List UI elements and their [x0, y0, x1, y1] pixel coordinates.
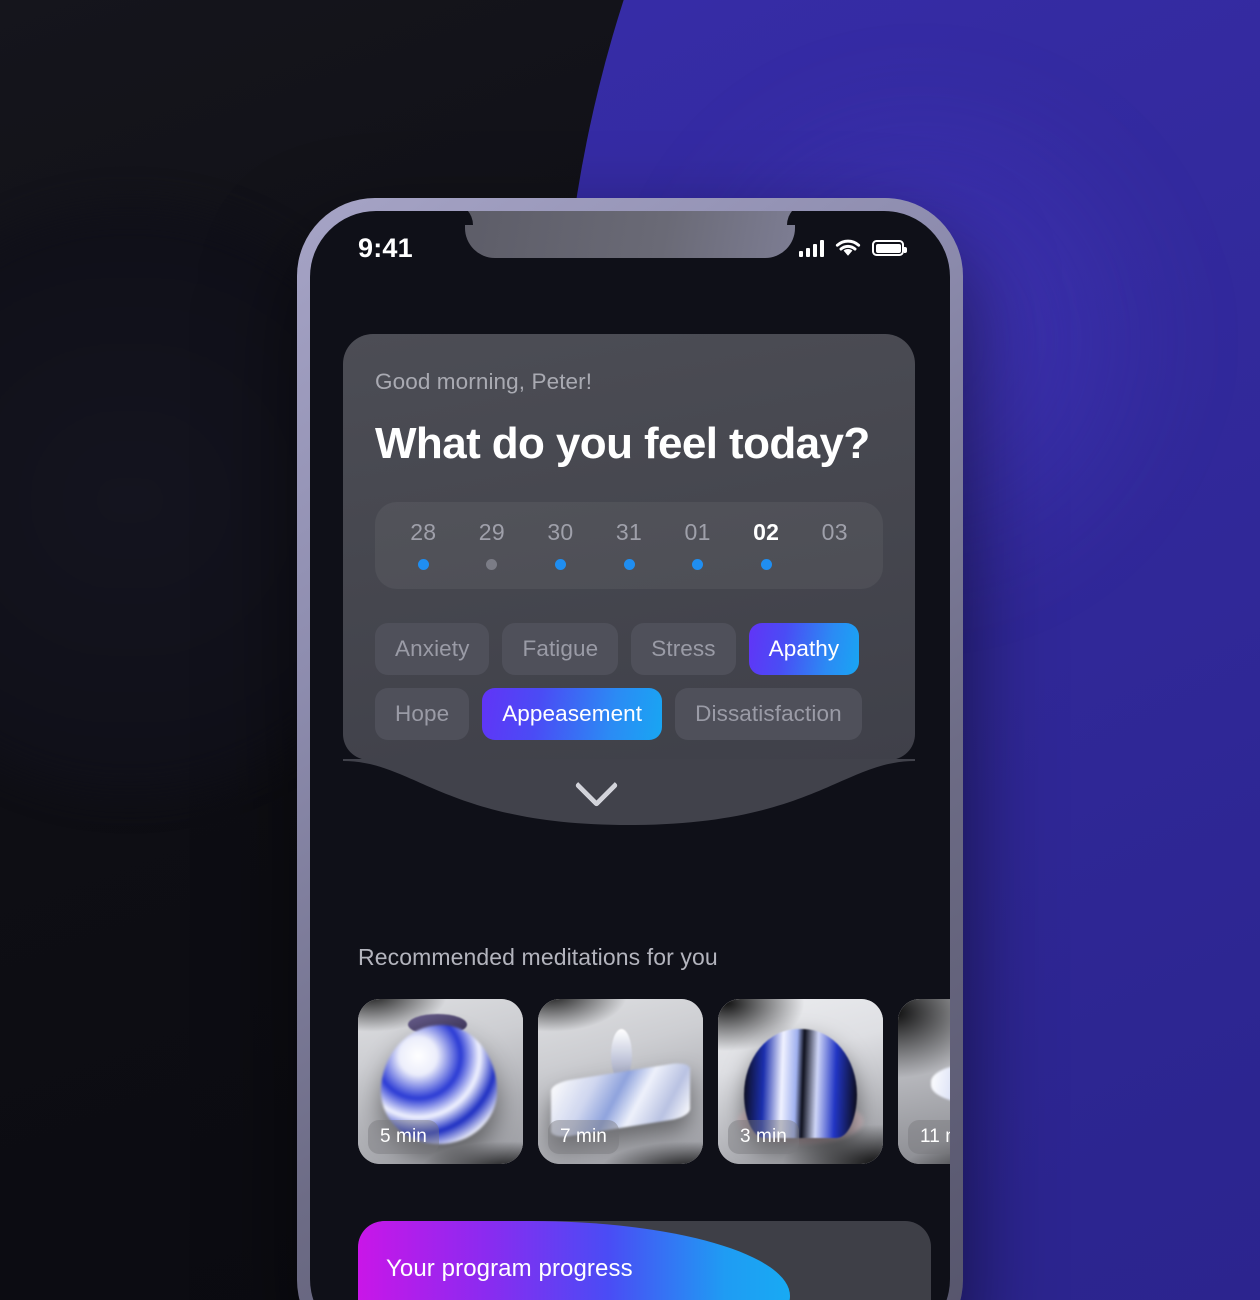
- screenshot-scene: 9:41 Good morning, Peter! What do you fe…: [0, 0, 1260, 1300]
- collapse-card-button[interactable]: [310, 763, 882, 808]
- wifi-icon: [835, 239, 861, 256]
- date-cell[interactable]: 29: [458, 519, 527, 570]
- date-activity-dot: [760, 559, 772, 570]
- phone-screen: 9:41 Good morning, Peter! What do you fe…: [310, 211, 950, 1300]
- mood-chip[interactable]: Hope: [375, 688, 470, 740]
- date-number: 29: [478, 519, 505, 545]
- meditation-duration-badge: 7 min: [548, 1120, 619, 1154]
- date-activity-dot: [692, 559, 704, 570]
- phone-device-frame: 9:41 Good morning, Peter! What do you fe…: [297, 198, 963, 1300]
- battery-full-icon: [872, 240, 907, 256]
- date-cell[interactable]: 03: [800, 519, 869, 570]
- date-activity-dot: [486, 559, 498, 570]
- greeting-text: Good morning, Peter!: [375, 369, 593, 394]
- mood-chip[interactable]: Stress: [631, 623, 736, 675]
- date-activity-dot: [417, 559, 429, 570]
- date-cell[interactable]: 01: [663, 519, 732, 570]
- meditation-card[interactable]: 5 min: [358, 999, 523, 1164]
- program-progress-label: Your program progress: [386, 1255, 633, 1282]
- mood-chip-list: Anxiety Fatigue Stress Apathy Hope Appeasemen…: [375, 623, 883, 740]
- cellular-signal-icon: [798, 239, 824, 257]
- status-bar: 9:41: [310, 211, 950, 275]
- mood-chip[interactable]: Apathy: [748, 623, 860, 675]
- meditation-duration-badge: 3 min: [728, 1120, 799, 1154]
- date-number: 01: [684, 519, 711, 545]
- date-number: 03: [821, 519, 848, 545]
- meditation-card[interactable]: 7 min: [538, 999, 703, 1164]
- date-activity-dot: [829, 559, 840, 570]
- mood-chip[interactable]: Appeasement: [482, 688, 663, 740]
- date-number: 28: [410, 519, 437, 545]
- date-cell[interactable]: 31: [595, 519, 664, 570]
- chevron-down-icon: [574, 763, 618, 808]
- meditation-duration-badge: 5 min: [368, 1120, 439, 1154]
- mood-chip[interactable]: Anxiety: [375, 623, 490, 675]
- date-number: 30: [547, 519, 574, 545]
- date-number: 02: [753, 519, 780, 545]
- date-cell[interactable]: 28: [389, 519, 458, 570]
- mood-chip[interactable]: Dissatisfaction: [675, 688, 862, 740]
- date-activity-dot: [554, 559, 566, 570]
- date-cell[interactable]: 30: [526, 519, 595, 570]
- meditation-card[interactable]: 11 m: [898, 999, 950, 1164]
- page-title: What do you feel today?: [375, 419, 870, 468]
- date-activity-dot: [623, 559, 635, 570]
- date-number: 31: [615, 519, 643, 545]
- program-progress-card[interactable]: Your program progress: [358, 1221, 931, 1300]
- meditation-card[interactable]: 3 min: [718, 999, 883, 1164]
- mood-checkin-card: Good morning, Peter! What do you feel to…: [343, 334, 915, 760]
- recommended-meditation-list[interactable]: 5 min 7 min 3 min 11: [358, 999, 950, 1164]
- date-cell[interactable]: 02: [732, 519, 801, 570]
- status-bar-time: 9:41: [358, 232, 413, 263]
- meditation-duration-badge: 11 m: [908, 1120, 950, 1154]
- recommended-section-title: Recommended meditations for you: [358, 944, 718, 970]
- mood-chip[interactable]: Fatigue: [502, 623, 619, 675]
- status-bar-icons: [798, 239, 907, 258]
- date-selector[interactable]: 28 29 30 31 01 02 03: [375, 502, 883, 589]
